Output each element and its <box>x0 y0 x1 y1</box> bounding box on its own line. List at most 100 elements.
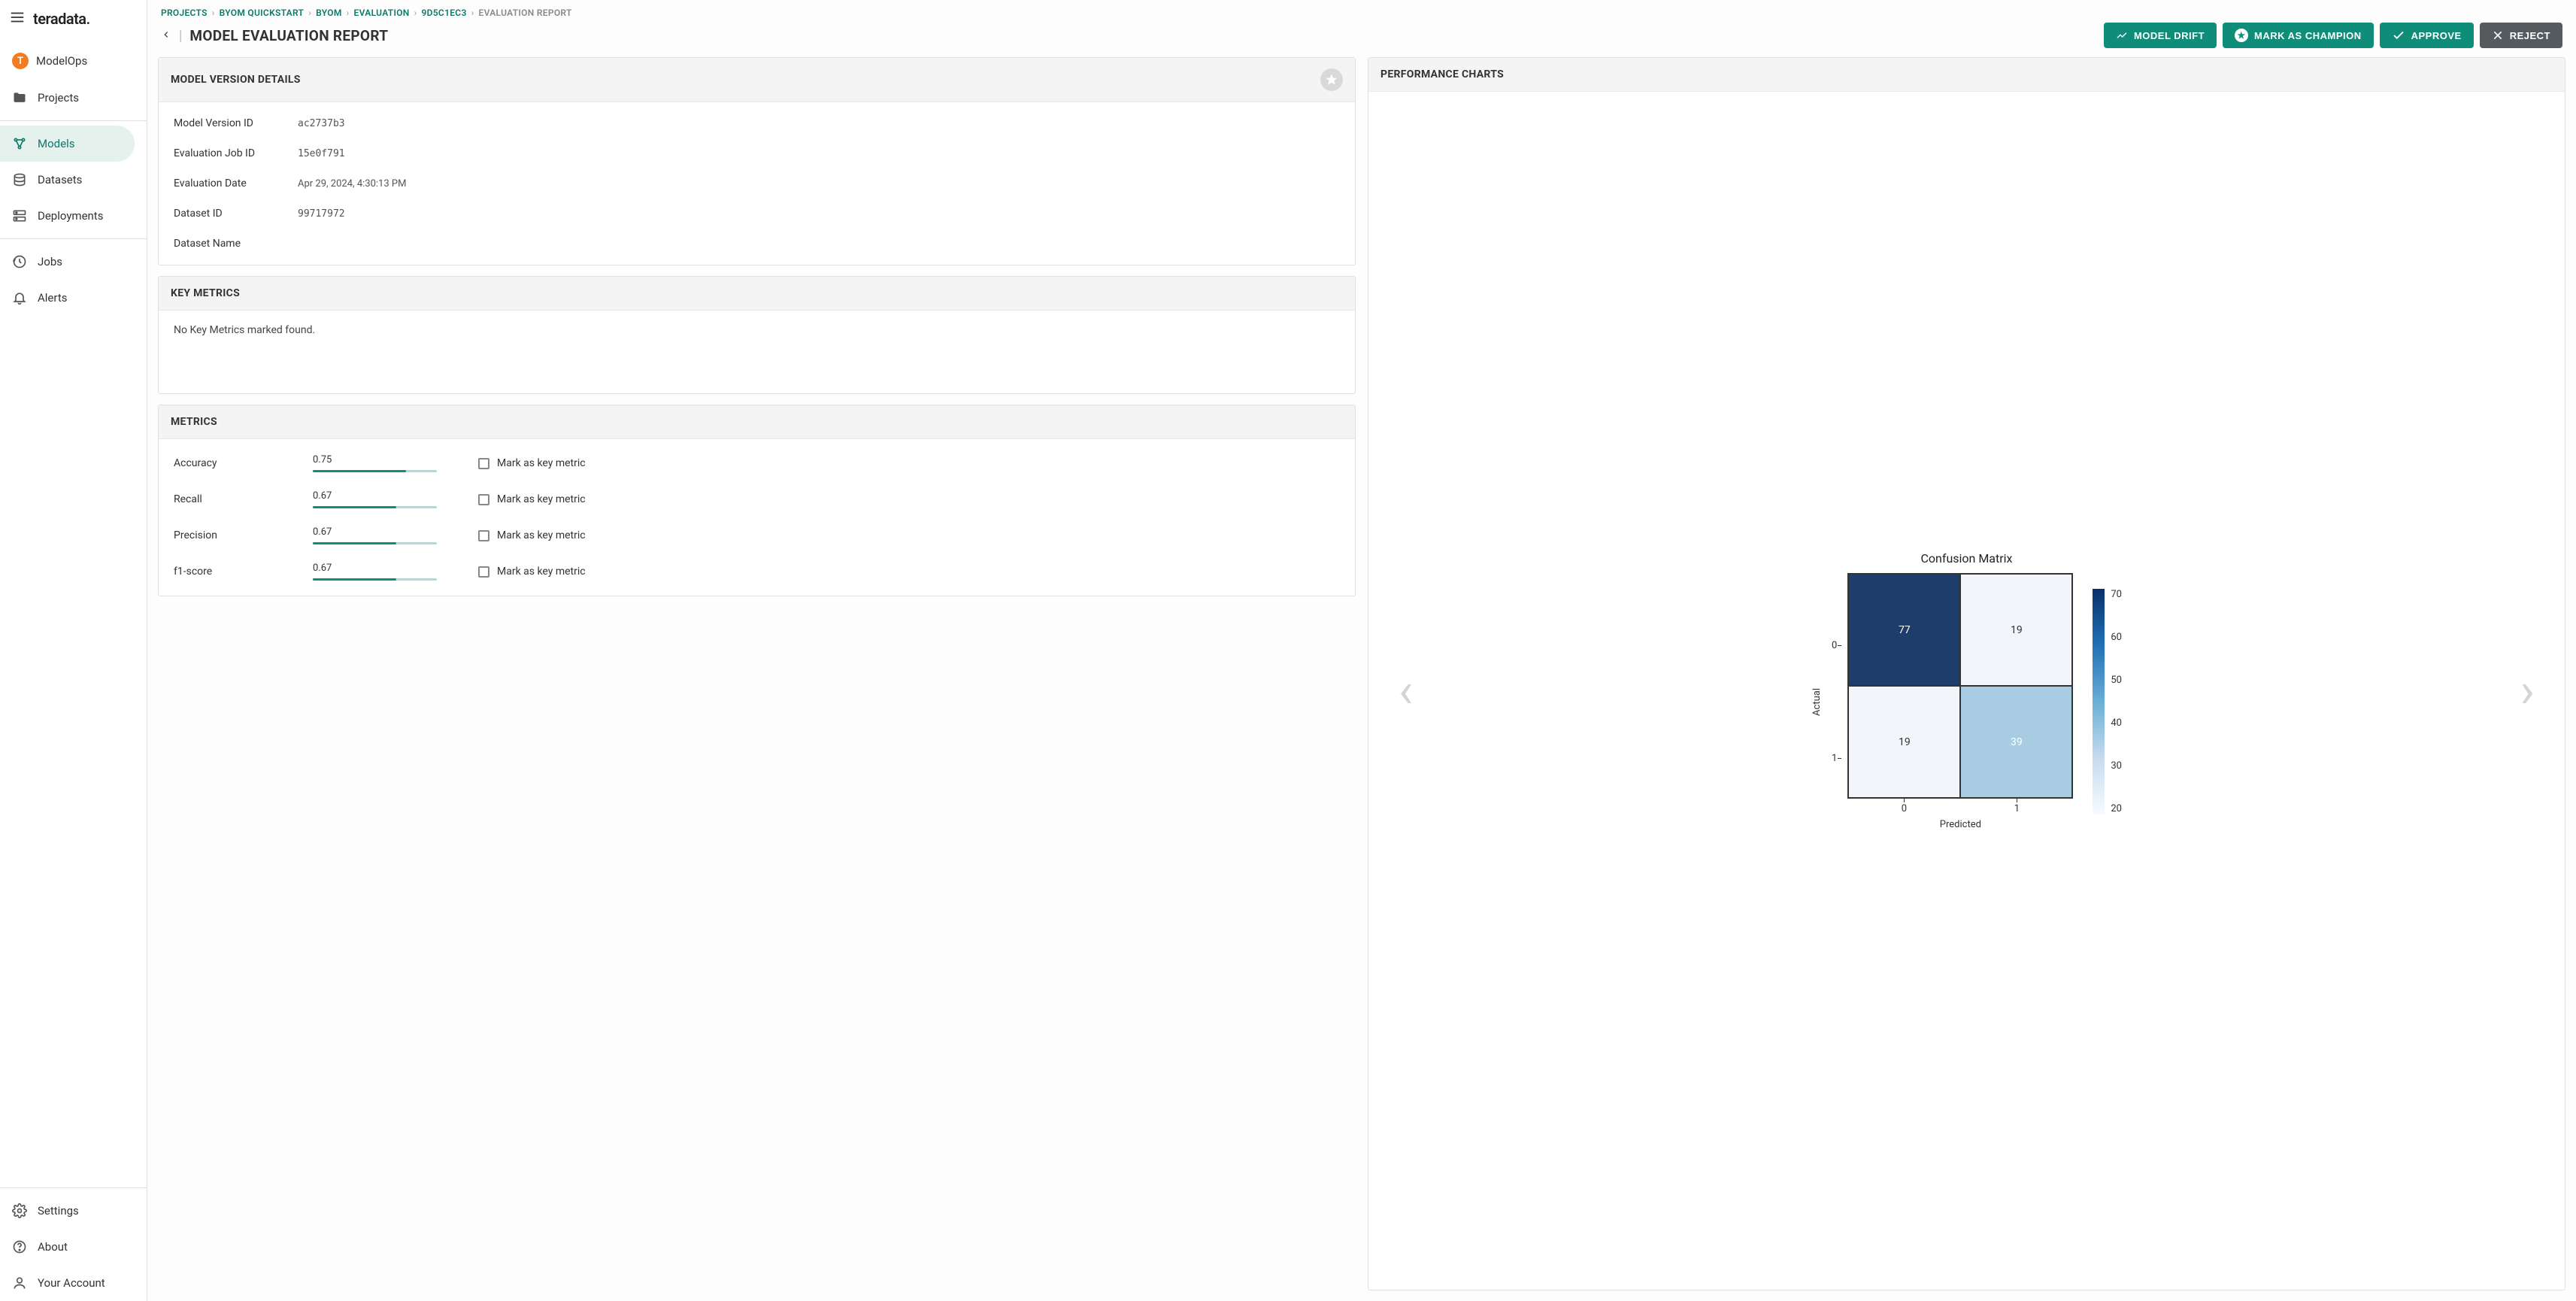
colorbar-tick: 20 <box>2111 803 2122 814</box>
breadcrumb-separator: › <box>212 8 215 18</box>
context-badge-icon: T <box>12 53 29 69</box>
close-icon <box>2492 29 2504 41</box>
chart-title: Confusion Matrix <box>1921 551 2013 566</box>
checkbox-icon <box>478 494 489 505</box>
mark-key-metric-checkbox[interactable]: Mark as key metric <box>478 457 1340 469</box>
detail-row: Dataset ID99717972 <box>159 199 1355 229</box>
metric-name: Accuracy <box>174 457 298 469</box>
detail-label: Dataset Name <box>174 238 298 250</box>
detail-label: Dataset ID <box>174 208 298 220</box>
detail-row: Evaluation Job ID15e0f791 <box>159 138 1355 168</box>
sidebar-item-about[interactable]: About <box>0 1229 147 1265</box>
matrix-cell: 19 <box>1960 574 2072 686</box>
confusion-matrix: 77191939 <box>1847 573 2073 799</box>
mark-key-metric-checkbox[interactable]: Mark as key metric <box>478 493 1340 505</box>
context-label: ModelOps <box>36 54 87 68</box>
y-tick: 0 <box>1832 640 1837 651</box>
favorite-star-button[interactable] <box>1320 68 1343 91</box>
mark-key-label: Mark as key metric <box>497 493 586 505</box>
chart-xlabel: Predicted <box>1847 819 2073 830</box>
detail-value: ac2737b3 <box>298 118 345 129</box>
mark-key-label: Mark as key metric <box>497 566 586 578</box>
breadcrumb-separator: › <box>414 8 417 18</box>
sidebar-item-label: Models <box>38 137 74 150</box>
sidebar-item-label: Alerts <box>38 291 68 305</box>
metric-bar <box>313 578 437 581</box>
breadcrumb-item[interactable]: BYOM QUICKSTART <box>220 8 305 18</box>
alerts-icon <box>12 290 27 305</box>
sidebar-item-label: About <box>38 1240 68 1254</box>
page-title: MODEL EVALUATION REPORT <box>189 27 388 44</box>
sidebar-item-jobs[interactable]: Jobs <box>0 244 147 280</box>
sidebar-item-label: Projects <box>38 91 79 105</box>
breadcrumb-item[interactable]: EVALUATION <box>354 8 410 18</box>
metric-bar <box>313 506 437 508</box>
sidebar-item-alerts[interactable]: Alerts <box>0 280 147 316</box>
breadcrumb-item[interactable]: BYOM <box>316 8 341 18</box>
detail-value: 99717972 <box>298 208 345 220</box>
metric-name: Precision <box>174 529 298 541</box>
colorbar-tick: 40 <box>2111 717 2122 729</box>
models-icon <box>12 136 27 151</box>
sidebar-item-models[interactable]: Models <box>0 126 135 162</box>
about-icon <box>12 1239 27 1254</box>
metrics-title: METRICS <box>171 416 217 428</box>
sidebar-item-settings[interactable]: Settings <box>0 1193 147 1229</box>
breadcrumb-item: EVALUATION REPORT <box>479 8 572 18</box>
mark-champion-label: MARK AS CHAMPION <box>2254 30 2362 41</box>
model-drift-button[interactable]: MODEL DRIFT <box>2104 23 2217 48</box>
checkbox-icon <box>478 530 489 541</box>
mark-key-metric-checkbox[interactable]: Mark as key metric <box>478 566 1340 578</box>
main-content: PROJECTS › BYOM QUICKSTART › BYOM › EVALUATION… <box>147 0 2576 1301</box>
detail-value: 15e0f791 <box>298 148 345 159</box>
details-card-title: MODEL VERSION DETAILS <box>171 74 301 86</box>
colorbar <box>2093 589 2105 814</box>
sidebar: teradata. T ModelOps Projects Models Datas… <box>0 0 147 1301</box>
star-icon <box>1325 73 1338 86</box>
detail-label: Evaluation Job ID <box>174 147 298 159</box>
performance-title: PERFORMANCE CHARTS <box>1380 68 1504 80</box>
reject-label: REJECT <box>2510 30 2550 41</box>
checkbox-icon <box>478 566 489 578</box>
back-icon[interactable] <box>161 28 171 44</box>
sidebar-item-projects[interactable]: Projects <box>0 80 147 116</box>
metric-value: 0.75 <box>313 454 463 466</box>
detail-row: Evaluation DateApr 29, 2024, 4:30:13 PM <box>159 168 1355 199</box>
deployments-icon <box>12 208 27 223</box>
context-switcher[interactable]: T ModelOps <box>0 42 147 80</box>
model-version-details-card: MODEL VERSION DETAILS Model Version IDac… <box>158 57 1356 265</box>
reject-button[interactable]: REJECT <box>2480 23 2562 48</box>
metric-row: Recall0.67Mark as key metric <box>159 481 1355 517</box>
sidebar-item-datasets[interactable]: Datasets <box>0 162 147 198</box>
check-icon <box>2392 29 2405 42</box>
star-circle-icon: ★ <box>2235 29 2248 42</box>
hamburger-icon[interactable] <box>9 9 26 29</box>
metric-row: Precision0.67Mark as key metric <box>159 517 1355 553</box>
colorbar-tick: 30 <box>2111 760 2122 772</box>
breadcrumb-item[interactable]: 9D5C1EC3 <box>422 8 467 18</box>
approve-button[interactable]: APPROVE <box>2380 23 2474 48</box>
key-metrics-title: KEY METRICS <box>171 287 240 299</box>
sidebar-item-label: Jobs <box>38 255 62 268</box>
colorbar-tick: 60 <box>2111 632 2122 643</box>
chart-ylabel: Actual <box>1811 688 1823 716</box>
mark-key-metric-checkbox[interactable]: Mark as key metric <box>478 529 1340 541</box>
jobs-icon <box>12 254 27 269</box>
chart-prev-button[interactable]: ‹ <box>1399 667 1413 715</box>
matrix-cell: 77 <box>1848 574 1960 686</box>
sidebar-item-deployments[interactable]: Deployments <box>0 198 147 234</box>
breadcrumb-separator: › <box>347 8 350 18</box>
chart-next-button[interactable]: › <box>2520 667 2535 715</box>
brand-logo: teradata. <box>33 10 90 28</box>
drift-icon <box>2116 29 2128 41</box>
sidebar-item-your-account[interactable]: Your Account <box>0 1265 147 1301</box>
matrix-cell: 19 <box>1848 686 1960 798</box>
model-drift-label: MODEL DRIFT <box>2134 30 2205 41</box>
sidebar-item-label: Deployments <box>38 209 103 223</box>
x-tick: 1 <box>2014 803 2020 814</box>
breadcrumb-separator: › <box>471 8 474 18</box>
mark-champion-button[interactable]: ★ MARK AS CHAMPION <box>2223 23 2374 48</box>
breadcrumb-item[interactable]: PROJECTS <box>161 8 208 18</box>
metrics-card: METRICS Accuracy0.75Mark as key metricRe… <box>158 405 1356 596</box>
checkbox-icon <box>478 458 489 469</box>
